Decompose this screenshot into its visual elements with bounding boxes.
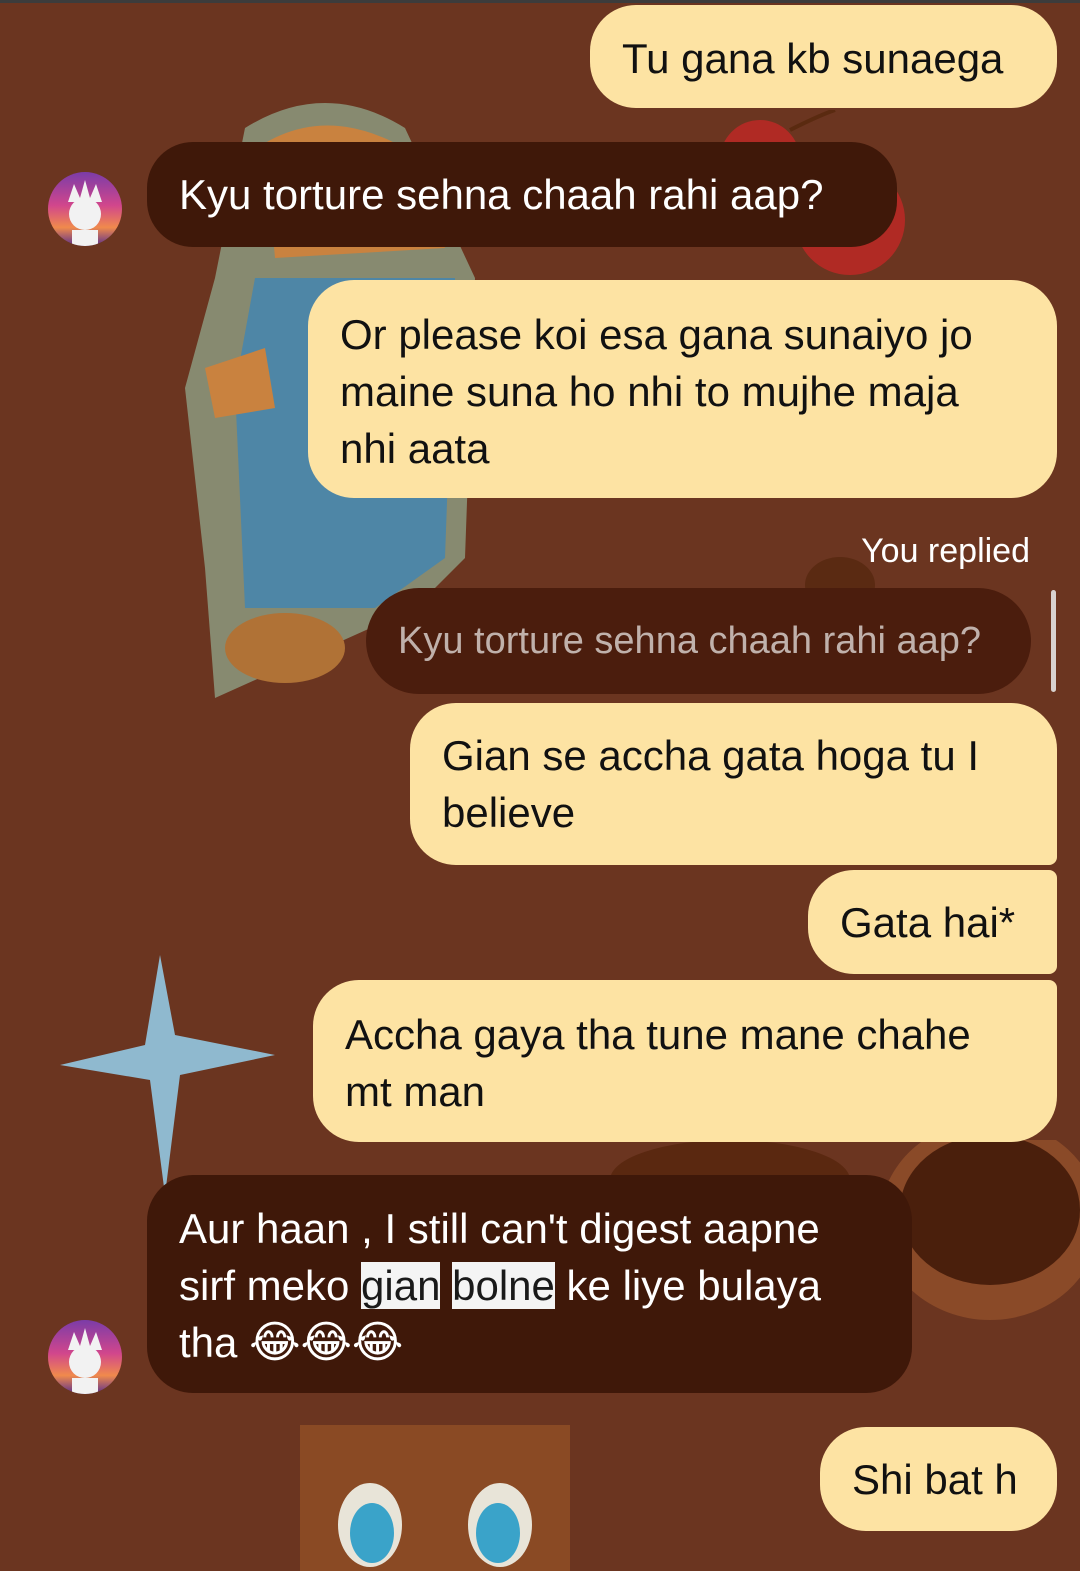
rick-sanchez-avatar-icon[interactable] — [48, 1320, 122, 1394]
status-bar-edge — [0, 0, 1080, 3]
message-received[interactable]: Kyu torture sehna chaah rahi aap? — [147, 142, 897, 247]
star-sticker-icon — [60, 955, 275, 1195]
highlighted-word[interactable]: gian — [361, 1262, 441, 1309]
message-sent[interactable]: Gata hai* — [808, 870, 1057, 974]
message-text: Gian se accha gata hoga tu I believe — [442, 732, 980, 836]
message-sent[interactable]: Accha gaya tha tune mane chahe mt man — [313, 980, 1057, 1142]
reply-indicator-bar — [1051, 590, 1056, 692]
message-text-part — [440, 1262, 452, 1309]
message-text: Or please koi esa gana sunaiyo jo maine … — [340, 311, 973, 472]
message-text: Gata hai* — [840, 899, 1016, 946]
rick-sanchez-avatar-icon[interactable] — [48, 172, 122, 246]
message-sent[interactable]: Gian se accha gata hoga tu I believe — [410, 703, 1057, 865]
message-sent[interactable]: Or please koi esa gana sunaiyo jo maine … — [308, 280, 1057, 498]
you-replied-label: You replied — [861, 532, 1030, 570]
message-text: Shi bat h — [852, 1456, 1018, 1503]
laughing-emoji: 😂😂😂 — [249, 1318, 404, 1367]
message-sent[interactable]: Shi bat h — [820, 1427, 1057, 1531]
message-received[interactable]: Aur haan , I still can't digest aapne si… — [147, 1175, 912, 1393]
message-text: Tu gana kb sunaega — [622, 35, 1004, 82]
message-sent[interactable]: Tu gana kb sunaega — [590, 5, 1057, 108]
message-text: Kyu torture sehna chaah rahi aap? — [179, 171, 824, 218]
highlighted-word[interactable]: bolne — [452, 1262, 555, 1309]
quoted-reply[interactable]: Kyu torture sehna chaah rahi aap? — [366, 588, 1031, 694]
message-text: Accha gaya tha tune mane chahe mt man — [345, 1011, 971, 1115]
cookie-face-sticker-icon — [300, 1425, 570, 1571]
